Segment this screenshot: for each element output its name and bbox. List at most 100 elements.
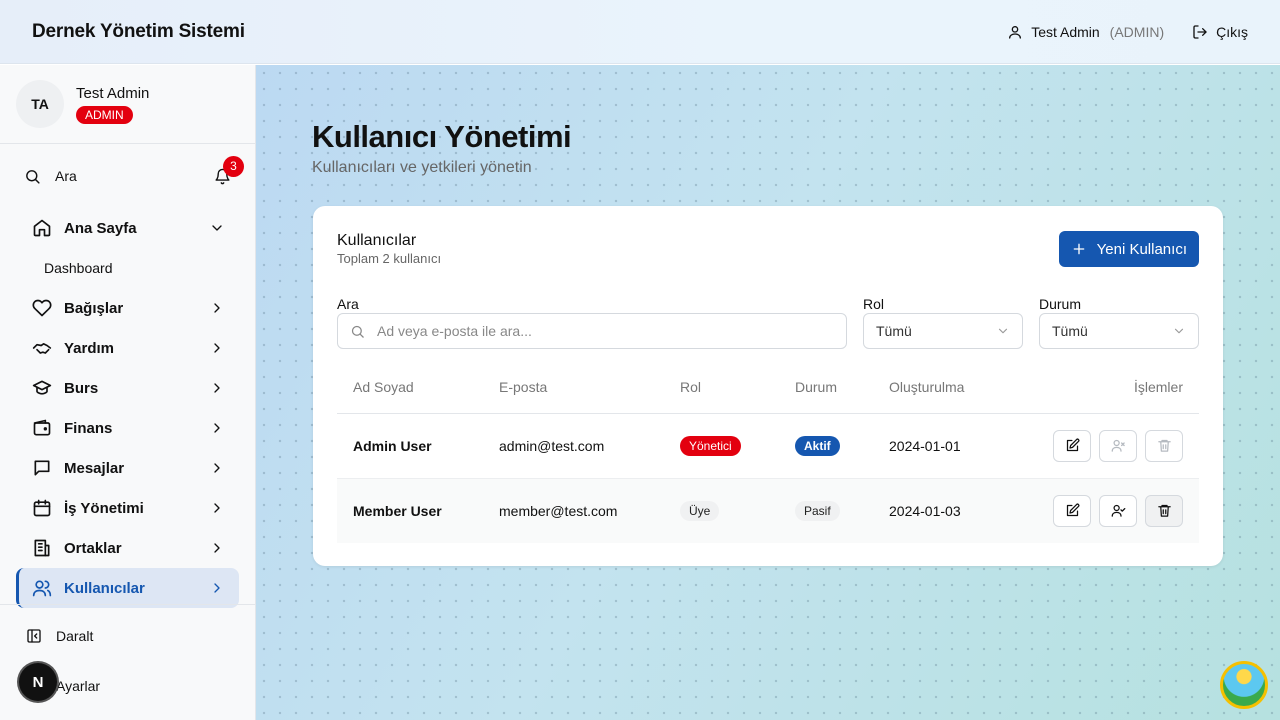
created-date: 2024-01-03 xyxy=(873,478,1003,543)
heart-icon xyxy=(32,298,52,318)
chevron-down-icon xyxy=(1172,324,1186,338)
message-icon xyxy=(32,458,52,478)
user-name: Member User xyxy=(337,478,483,543)
card-subtitle: Toplam 2 kullanıcı xyxy=(337,251,442,266)
sidebar-item-dashboard[interactable]: Dashboard xyxy=(16,248,239,288)
main-content: Kullanıcı Yönetimi Kullanıcıları ve yetk… xyxy=(256,65,1280,720)
status-select[interactable]: Tümü xyxy=(1039,313,1199,349)
sidebar-item-kullanicilar[interactable]: Kullanıcılar xyxy=(16,568,239,608)
trash-icon xyxy=(1157,503,1172,518)
table-row: Admin User admin@test.com Yönetici Aktif… xyxy=(337,413,1199,479)
user-icon xyxy=(1007,24,1023,40)
sidebar-item-label: Ortaklar xyxy=(64,539,122,557)
user-email: member@test.com xyxy=(483,478,664,543)
logout-button[interactable]: Çıkış xyxy=(1192,24,1248,40)
search-input[interactable]: Ad veya e-posta ile ara... xyxy=(337,313,847,349)
chevron-right-icon xyxy=(209,460,225,476)
sidebar-item-label: Burs xyxy=(64,379,99,397)
top-header: Dernek Yönetim Sistemi Test Admin (ADMIN… xyxy=(0,0,1280,64)
dev-tools-badge[interactable]: N xyxy=(19,663,57,701)
sidebar-profile: TA Test Admin ADMIN xyxy=(0,65,255,144)
chevron-right-icon xyxy=(209,340,225,356)
sidebar-nav: Ana Sayfa Dashboard Bağışlar Yardım Burs… xyxy=(0,208,255,608)
search-filter-label: Ara xyxy=(337,296,359,312)
user-name: Admin User xyxy=(337,413,483,479)
logout-label: Çıkış xyxy=(1216,23,1248,40)
chevron-right-icon xyxy=(209,500,225,516)
bell-icon[interactable]: 3 xyxy=(214,155,244,185)
chevron-down-icon xyxy=(209,220,225,236)
table-row: Member User member@test.com Üye Pasif 20… xyxy=(337,478,1199,543)
users-card: Kullanıcılar Toplam 2 kullanıcı Yeni Kul… xyxy=(313,206,1223,566)
column-header: Durum xyxy=(779,361,873,414)
header-user-name: Test Admin xyxy=(1031,23,1100,40)
user-email: admin@test.com xyxy=(483,413,664,479)
delete-button[interactable] xyxy=(1145,494,1183,527)
delete-button[interactable] xyxy=(1145,429,1183,462)
column-header: İşlemler xyxy=(1003,361,1199,414)
collapse-label: Daralt xyxy=(56,628,94,644)
graduation-cap-icon xyxy=(32,378,52,398)
new-user-label: Yeni Kullanıcı xyxy=(1096,240,1187,258)
profile-name: Test Admin xyxy=(76,84,150,102)
column-header: Ad Soyad xyxy=(337,361,483,414)
sidebar-item-label: Ana Sayfa xyxy=(64,219,137,237)
users-icon xyxy=(32,578,52,598)
sidebar-item-label: Kullanıcılar xyxy=(64,579,145,597)
created-date: 2024-01-01 xyxy=(873,413,1003,479)
trash-icon xyxy=(1157,438,1172,453)
user-check-icon xyxy=(1111,503,1126,518)
page-subtitle: Kullanıcıları ve yetkileri yönetin xyxy=(312,159,532,176)
edit-icon xyxy=(1065,503,1080,518)
sidebar-item-finans[interactable]: Finans xyxy=(16,408,239,448)
plus-icon xyxy=(1071,241,1087,257)
search-placeholder: Ad veya e-posta ile ara... xyxy=(377,323,532,339)
building-icon xyxy=(32,538,52,558)
chevron-right-icon xyxy=(209,420,225,436)
column-header: E-posta xyxy=(483,361,664,414)
search-icon[interactable] xyxy=(24,168,41,185)
card-title: Kullanıcılar xyxy=(337,232,417,249)
column-header: Rol xyxy=(664,361,779,414)
column-header: Oluşturulma xyxy=(873,361,1003,414)
sidebar-item-bagislar[interactable]: Bağışlar xyxy=(16,288,239,328)
users-table: Ad Soyad E-posta Rol Durum Oluşturulma İ… xyxy=(337,361,1199,543)
chevron-right-icon xyxy=(209,580,225,596)
role-badge: Üye xyxy=(680,500,720,521)
collapse-sidebar-button[interactable]: Daralt xyxy=(0,615,255,657)
chevron-right-icon xyxy=(209,300,225,316)
status-badge: Pasif xyxy=(795,500,840,521)
sidebar-item-ortaklar[interactable]: Ortaklar xyxy=(16,528,239,568)
beach-widget-icon[interactable] xyxy=(1220,661,1268,709)
handshake-icon xyxy=(32,338,52,358)
sidebar-search-label[interactable]: Ara xyxy=(55,168,77,184)
role-select[interactable]: Tümü xyxy=(863,313,1023,349)
sidebar-item-ana-sayfa[interactable]: Ana Sayfa xyxy=(16,208,239,248)
edit-button[interactable] xyxy=(1053,429,1091,462)
role-select-value: Tümü xyxy=(876,323,912,339)
header-user: Test Admin (ADMIN) xyxy=(1007,24,1164,40)
sidebar-item-yardim[interactable]: Yardım xyxy=(16,328,239,368)
home-icon xyxy=(32,218,52,238)
chevron-right-icon xyxy=(209,380,225,396)
status-select-value: Tümü xyxy=(1052,323,1088,339)
search-icon xyxy=(350,324,365,339)
header-user-role: (ADMIN) xyxy=(1109,23,1165,40)
sidebar-item-burs[interactable]: Burs xyxy=(16,368,239,408)
sidebar-item-mesajlar[interactable]: Mesajlar xyxy=(16,448,239,488)
new-user-button[interactable]: Yeni Kullanıcı xyxy=(1058,231,1199,267)
sidebar-item-is-yonetimi[interactable]: İş Yönetimi xyxy=(16,488,239,528)
deactivate-button[interactable] xyxy=(1099,429,1137,462)
role-filter-label: Rol xyxy=(863,296,885,312)
avatar: TA xyxy=(16,80,64,128)
chevron-down-icon xyxy=(996,324,1010,338)
edit-button[interactable] xyxy=(1053,494,1091,527)
wallet-icon xyxy=(32,418,52,438)
notification-count-badge: 3 xyxy=(223,155,244,177)
sidebar: TA Test Admin ADMIN Ara 3 Ana Sayfa Dash… xyxy=(0,65,256,720)
sidebar-item-label: Yardım xyxy=(64,339,115,357)
activate-button[interactable] xyxy=(1099,494,1137,527)
app-title: Dernek Yönetim Sistemi xyxy=(32,20,245,42)
status-badge: Aktif xyxy=(795,435,840,456)
panel-collapse-icon xyxy=(26,628,42,644)
